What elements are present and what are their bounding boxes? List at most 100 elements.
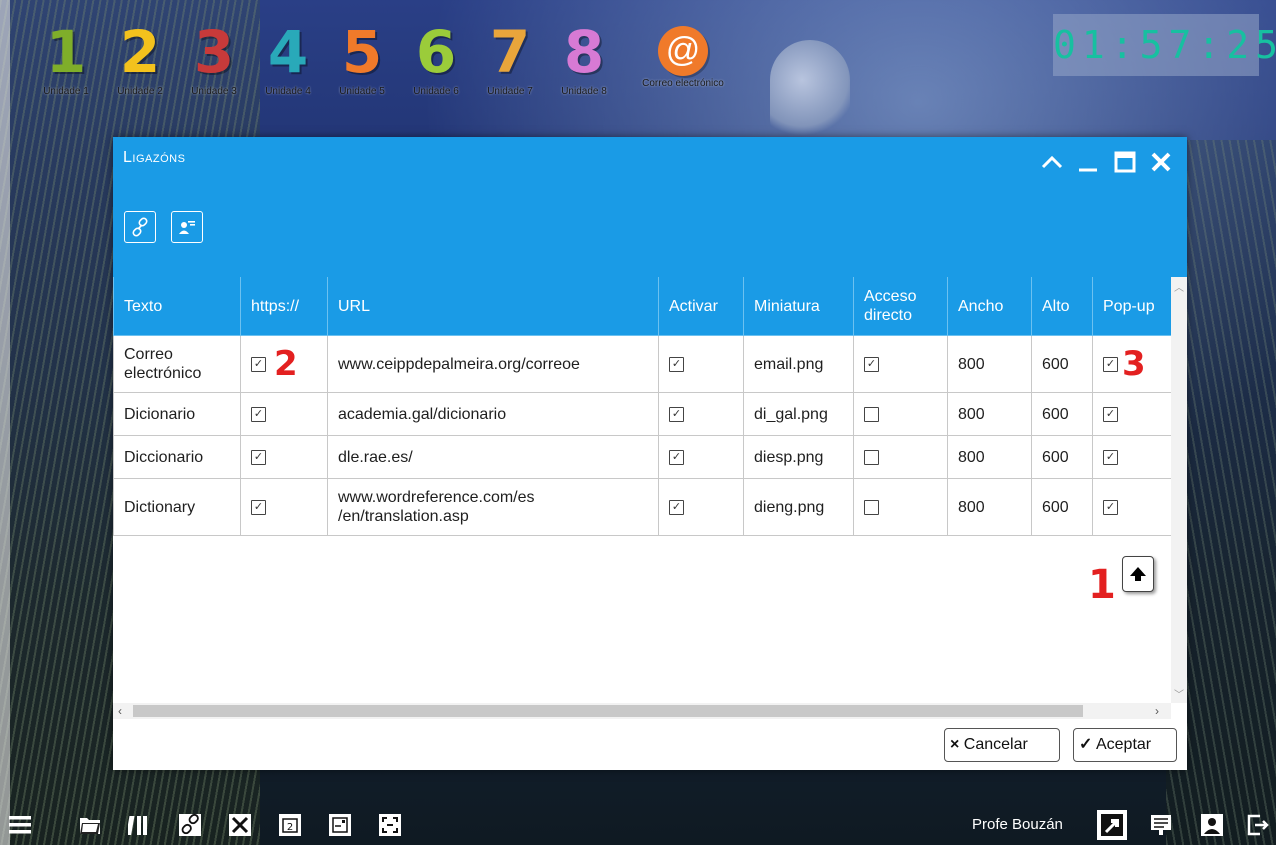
unit-4-number: 4 (267, 18, 309, 86)
horizontal-scroll-thumb[interactable] (133, 705, 1083, 717)
horizontal-scrollbar[interactable]: ‹ › (113, 703, 1171, 719)
activar-checkbox[interactable]: ✓ (669, 499, 684, 515)
https-checkbox[interactable]: ✓ (251, 449, 266, 465)
cell-url[interactable]: www.ceippdepalmeira.org/correoe (327, 335, 659, 393)
links-tool-button[interactable] (124, 211, 156, 243)
move-row-up-button[interactable] (1122, 556, 1154, 592)
tools-button[interactable] (227, 812, 253, 838)
cell-url[interactable]: dle.rae.es/ (327, 435, 659, 479)
unit-5-button[interactable]: 5 Unidade 5 (324, 20, 400, 100)
column-header-popup[interactable]: Pop-up (1092, 277, 1171, 336)
cell-url[interactable]: academia.gal/dicionario (327, 392, 659, 436)
unit-6-button[interactable]: 6 Unidade 6 (398, 20, 474, 100)
collapse-button[interactable] (1036, 143, 1068, 179)
logout-button[interactable] (1245, 812, 1271, 838)
minimize-button[interactable] (1072, 143, 1104, 179)
table-row[interactable]: Correo electrónico ✓ 2 www.ceippdepalmeir… (113, 335, 1171, 393)
cell-miniatura[interactable]: dieng.png (743, 478, 854, 536)
cell-ancho[interactable]: 800 (947, 478, 1032, 536)
cell-ancho[interactable]: 800 (947, 335, 1032, 393)
cell-ancho[interactable]: 800 (947, 392, 1032, 436)
cell-url[interactable]: www.wordreference.com/es /en/translation… (327, 478, 659, 536)
https-checkbox[interactable]: ✓ (251, 356, 266, 372)
library-button[interactable] (127, 812, 153, 838)
presentation-icon (1151, 815, 1171, 835)
unit-2-button[interactable]: 2 Unidade 2 (102, 20, 178, 100)
unit-3-button[interactable]: 3 Unidade 3 (176, 20, 252, 100)
popup-checkbox[interactable]: ✓ (1103, 406, 1118, 422)
https-checkbox[interactable]: ✓ (251, 499, 266, 515)
svg-text:2: 2 (287, 822, 293, 833)
scroll-down-icon[interactable]: ﹀ (1174, 686, 1184, 701)
open-folder-button[interactable] (77, 812, 103, 838)
cell-alto[interactable]: 600 (1031, 478, 1093, 536)
folder-icon (80, 818, 100, 834)
close-button[interactable] (1145, 143, 1177, 179)
cell-texto[interactable]: Diccionario (113, 435, 241, 479)
column-header-activar[interactable]: Activar (658, 277, 744, 336)
unit-8-button[interactable]: 8 Unidade 8 (546, 20, 622, 100)
scroll-left-icon[interactable]: ‹ (118, 703, 122, 719)
table-row[interactable]: Dictionary ✓ www.wordreference.com/es /e… (113, 478, 1171, 536)
presentation-button[interactable] (1148, 812, 1174, 838)
unit-4-button[interactable]: 4 Unidade 4 (250, 20, 326, 100)
at-icon: @ (658, 26, 708, 76)
https-checkbox[interactable]: ✓ (251, 406, 266, 422)
scroll-right-icon[interactable]: › (1155, 703, 1159, 719)
unit-6-number: 6 (415, 18, 457, 86)
acceso-directo-checkbox[interactable]: ✓ (864, 356, 879, 372)
acceso-directo-checkbox[interactable] (864, 449, 879, 465)
cell-alto[interactable]: 600 (1031, 435, 1093, 479)
column-header-ancho[interactable]: Ancho (947, 277, 1032, 336)
cell-texto[interactable]: Dicionario (113, 392, 241, 436)
cell-texto[interactable]: Dictionary (113, 478, 241, 536)
cell-activar: ✓ (658, 435, 744, 479)
cell-texto[interactable]: Correo electrónico (113, 335, 241, 393)
cell-alto[interactable]: 600 (1031, 335, 1093, 393)
links-button[interactable] (177, 812, 203, 838)
maximize-button[interactable] (1109, 143, 1141, 179)
window-button[interactable] (327, 812, 353, 838)
accept-button[interactable]: ✓ Aceptar (1073, 728, 1177, 762)
popup-checkbox[interactable]: ✓ (1103, 356, 1118, 372)
popup-checkbox[interactable]: ✓ (1103, 449, 1118, 465)
cancel-button[interactable]: × Cancelar (944, 728, 1060, 762)
unit-1-number: 1 (45, 18, 87, 86)
acceso-directo-checkbox[interactable] (864, 406, 879, 422)
fullscreen-button[interactable] (377, 812, 403, 838)
cell-alto[interactable]: 600 (1031, 392, 1093, 436)
column-header-miniatura[interactable]: Miniatura (743, 277, 854, 336)
cell-activar: ✓ (658, 392, 744, 436)
cell-miniatura[interactable]: di_gal.png (743, 392, 854, 436)
cell-miniatura[interactable]: email.png (743, 335, 854, 393)
cell-https: ✓ (240, 392, 328, 436)
acceso-directo-checkbox[interactable] (864, 499, 879, 515)
table-row[interactable]: Dicionario ✓ academia.gal/dicionario ✓ d… (113, 392, 1171, 436)
table-row[interactable]: Diccionario ✓ dle.rae.es/ ✓ diesp.png 80… (113, 435, 1171, 479)
cell-ancho[interactable]: 800 (947, 435, 1032, 479)
goto-button[interactable] (1097, 810, 1127, 840)
activar-checkbox[interactable]: ✓ (669, 356, 684, 372)
cell-acceso-directo (853, 478, 948, 536)
calendar-button[interactable]: 2 (277, 812, 303, 838)
mail-button[interactable]: @ Correo electrónico (628, 20, 738, 100)
users-tool-button[interactable] (171, 211, 203, 243)
column-header-alto[interactable]: Alto (1031, 277, 1093, 336)
unit-7-button[interactable]: 7 Unidade 7 (472, 20, 548, 100)
mail-label: Correo electrónico (642, 78, 724, 89)
vertical-scrollbar[interactable]: ︿ ﹀ (1171, 277, 1187, 703)
activar-checkbox[interactable]: ✓ (669, 449, 684, 465)
column-header-https[interactable]: https:// (240, 277, 328, 336)
menu-button[interactable] (7, 812, 33, 838)
cell-https: ✓ (240, 435, 328, 479)
cell-acceso-directo (853, 392, 948, 436)
cell-miniatura[interactable]: diesp.png (743, 435, 854, 479)
column-header-url[interactable]: URL (327, 277, 659, 336)
column-header-acceso-directo[interactable]: Acceso directo (853, 277, 948, 336)
user-button[interactable] (1199, 812, 1225, 838)
popup-checkbox[interactable]: ✓ (1103, 499, 1118, 515)
column-header-texto[interactable]: Texto (113, 277, 241, 336)
scroll-up-icon[interactable]: ︿ (1174, 279, 1184, 294)
unit-1-button[interactable]: 1 Unidade 1 (28, 20, 104, 100)
activar-checkbox[interactable]: ✓ (669, 406, 684, 422)
